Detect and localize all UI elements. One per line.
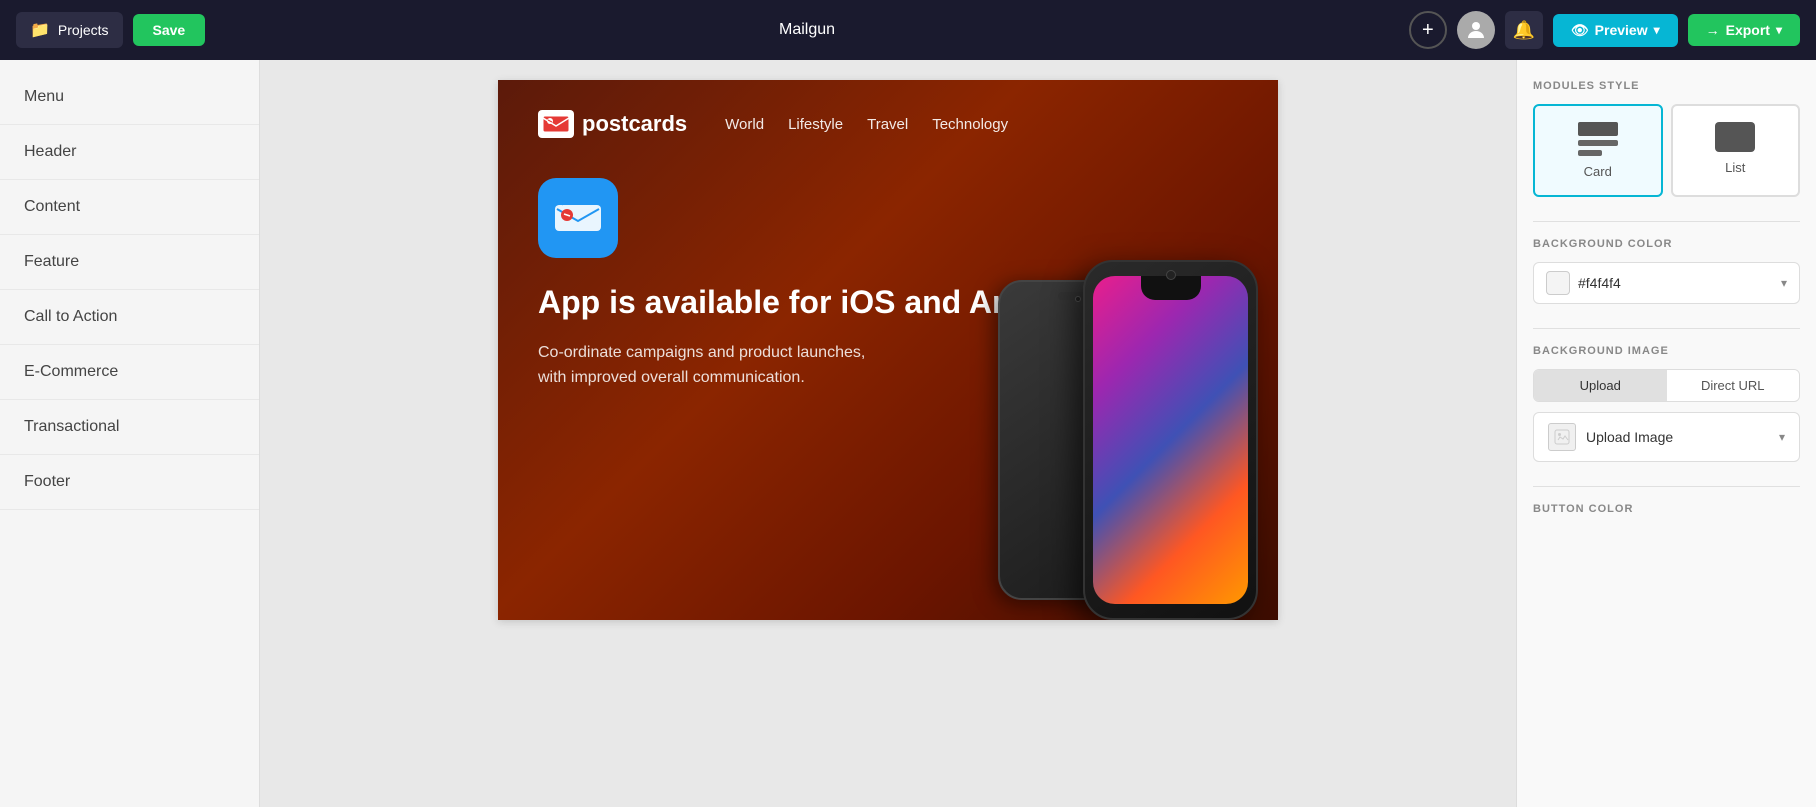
- bg-color-section: BACKGROUND COLOR #f4f4f4 ▾: [1533, 238, 1800, 304]
- upload-image-dropdown-icon[interactable]: ▾: [1779, 430, 1785, 444]
- hero-section: postcards World Lifestyle Travel Technol…: [498, 80, 1278, 620]
- list-label: List: [1725, 160, 1745, 175]
- folder-icon: 📁: [30, 20, 50, 40]
- nav-link-world[interactable]: World: [725, 116, 764, 133]
- upload-image-thumb: [1548, 423, 1576, 451]
- list-icon: [1715, 122, 1755, 152]
- card-style-option[interactable]: Card: [1533, 104, 1663, 197]
- main-layout: Menu Header Content Feature Call to Acti…: [0, 60, 1816, 807]
- sidebar-item-feature[interactable]: Feature: [0, 235, 259, 290]
- topbar: 📁 Projects Save Mailgun + 🔔 👁 Preview ▾ …: [0, 0, 1816, 60]
- sidebar-item-call-to-action[interactable]: Call to Action: [0, 290, 259, 345]
- arrow-right-icon: →: [1706, 22, 1720, 38]
- hero-phones: [938, 140, 1278, 620]
- topbar-left: 📁 Projects Save: [16, 12, 205, 48]
- export-label: Export: [1726, 22, 1770, 38]
- card-icon: [1578, 122, 1618, 156]
- add-button[interactable]: +: [1409, 11, 1447, 49]
- email-logo: postcards: [538, 110, 687, 138]
- projects-button[interactable]: 📁 Projects: [16, 12, 123, 48]
- app-name: Mailgun: [217, 21, 1397, 39]
- preview-label: Preview: [1595, 22, 1648, 38]
- projects-label: Projects: [58, 22, 109, 38]
- sidebar-item-content[interactable]: Content: [0, 180, 259, 235]
- hero-description: Co-ordinate campaigns and product launch…: [538, 340, 898, 391]
- sidebar-item-header[interactable]: Header: [0, 125, 259, 180]
- divider-2: [1533, 328, 1800, 329]
- preview-button[interactable]: 👁 Preview ▾: [1553, 14, 1678, 47]
- canvas-area: postcards World Lifestyle Travel Technol…: [260, 60, 1516, 807]
- upload-direct-tabs: Upload Direct URL: [1533, 369, 1800, 402]
- left-sidebar: Menu Header Content Feature Call to Acti…: [0, 60, 260, 807]
- nav-link-travel[interactable]: Travel: [867, 116, 908, 133]
- email-nav: postcards World Lifestyle Travel Technol…: [538, 110, 1238, 138]
- app-icon: [538, 178, 618, 258]
- sidebar-item-footer[interactable]: Footer: [0, 455, 259, 510]
- logo-text: postcards: [582, 111, 687, 137]
- nav-link-technology[interactable]: Technology: [932, 116, 1008, 133]
- bg-color-title: BACKGROUND COLOR: [1533, 238, 1800, 250]
- logo-icon: [538, 110, 574, 138]
- nav-link-lifestyle[interactable]: Lifestyle: [788, 116, 843, 133]
- phone-screen: [1093, 276, 1248, 604]
- eye-icon: 👁: [1571, 22, 1589, 39]
- email-nav-links: World Lifestyle Travel Technology: [725, 116, 1008, 133]
- btn-color-title: BUTTON COLOR: [1533, 503, 1800, 515]
- sidebar-item-menu[interactable]: Menu: [0, 70, 259, 125]
- email-preview: postcards World Lifestyle Travel Technol…: [498, 80, 1278, 620]
- modules-style-section: MODULES STYLE Card List: [1533, 80, 1800, 197]
- upload-tab[interactable]: Upload: [1534, 370, 1667, 401]
- list-style-option[interactable]: List: [1671, 104, 1801, 197]
- btn-color-section: BUTTON COLOR: [1533, 503, 1800, 515]
- color-picker-row[interactable]: #f4f4f4 ▾: [1533, 262, 1800, 304]
- sidebar-item-transactional[interactable]: Transactional: [0, 400, 259, 455]
- save-button[interactable]: Save: [133, 14, 206, 46]
- color-hex-value: #f4f4f4: [1578, 275, 1773, 291]
- avatar[interactable]: [1457, 11, 1495, 49]
- card-label: Card: [1584, 164, 1612, 179]
- divider-1: [1533, 221, 1800, 222]
- modules-style-title: MODULES STYLE: [1533, 80, 1800, 92]
- bg-image-title: BACKGROUND IMAGE: [1533, 345, 1800, 357]
- export-button[interactable]: → Export ▾: [1688, 14, 1800, 46]
- color-dropdown-icon[interactable]: ▾: [1781, 276, 1787, 290]
- topbar-right: + 🔔 👁 Preview ▾ → Export ▾: [1409, 11, 1800, 49]
- bg-image-section: BACKGROUND IMAGE Upload Direct URL Uploa…: [1533, 345, 1800, 462]
- phone-camera: [1166, 270, 1176, 280]
- direct-url-tab[interactable]: Direct URL: [1667, 370, 1800, 401]
- upload-image-label: Upload Image: [1586, 429, 1779, 445]
- module-style-grid: Card List: [1533, 104, 1800, 197]
- export-dropdown-arrow: ▾: [1776, 23, 1782, 37]
- right-sidebar: MODULES STYLE Card List BACKGR: [1516, 60, 1816, 807]
- color-swatch: [1546, 271, 1570, 295]
- sidebar-item-ecommerce[interactable]: E-Commerce: [0, 345, 259, 400]
- phone-front: [1083, 260, 1258, 620]
- notifications-button[interactable]: 🔔: [1505, 11, 1543, 49]
- divider-3: [1533, 486, 1800, 487]
- upload-image-row[interactable]: Upload Image ▾: [1533, 412, 1800, 462]
- preview-dropdown-arrow: ▾: [1654, 23, 1660, 37]
